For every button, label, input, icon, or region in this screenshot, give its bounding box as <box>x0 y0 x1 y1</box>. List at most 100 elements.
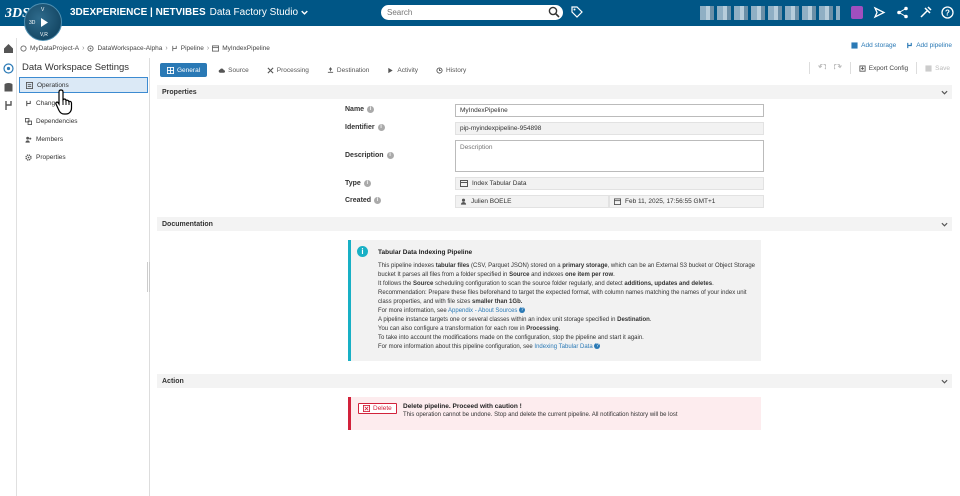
type-value: Index Tabular Data <box>472 180 527 187</box>
chevron-down-icon[interactable] <box>300 9 308 16</box>
tab-label: Source <box>228 66 249 74</box>
delete-button[interactable]: Delete <box>358 403 397 414</box>
delete-label: Delete <box>373 405 392 412</box>
list-icon <box>26 81 33 89</box>
tools-icon[interactable] <box>919 6 932 19</box>
doc-paragraph: You can also configure a transformation … <box>378 326 561 332</box>
table-icon <box>212 44 220 52</box>
info-icon[interactable]: i <box>386 152 394 159</box>
delete-icon <box>363 405 370 412</box>
brand-name: 3DEXPERIENCE | NETVIBES <box>70 7 206 18</box>
brand: 3DEXPERIENCE | NETVIBES Data Factory Stud… <box>70 7 308 18</box>
tab-history[interactable]: History <box>429 63 473 77</box>
top-bar: 3DEXPERIENCE | NETVIBES Data Factory Stud… <box>0 0 960 26</box>
breadcrumb-separator: › <box>206 44 210 52</box>
history-icon <box>436 66 443 74</box>
workspace-icon <box>87 44 95 52</box>
pipeline-icon[interactable] <box>3 100 14 111</box>
tab-general[interactable]: General <box>160 63 208 77</box>
name-field[interactable] <box>455 104 764 117</box>
breadcrumb-type[interactable]: Pipeline <box>181 45 204 52</box>
doc-paragraph: It follows the Source scheduling configu… <box>378 281 714 287</box>
tag-icon[interactable] <box>571 6 583 18</box>
search-input[interactable] <box>381 5 563 20</box>
redo-icon[interactable] <box>833 64 842 72</box>
sidebar-item-label: Properties <box>36 153 66 161</box>
danger-title: Delete pipeline. Proceed with caution ! <box>403 403 522 410</box>
avatar[interactable] <box>851 6 863 19</box>
database-icon[interactable] <box>3 82 14 93</box>
tab-source[interactable]: Source <box>211 63 256 77</box>
sidebar-item-members[interactable]: Members <box>19 131 148 147</box>
compass-icon[interactable]: V 3D V,R <box>24 3 62 41</box>
appendix-sources-link[interactable]: Appendix - About Sources <box>448 308 517 314</box>
panel-splitter[interactable] <box>147 262 150 292</box>
undo-icon[interactable] <box>817 64 826 72</box>
save-button[interactable]: Save <box>925 65 950 72</box>
created-at-field: Feb 11, 2025, 17:56:55 GMT+1 <box>609 195 764 208</box>
toolbar-divider <box>808 62 810 74</box>
doc-body: This pipeline indexes tabular files (CSV… <box>378 262 758 352</box>
section-title: Properties <box>162 88 197 96</box>
action-section-header[interactable]: Action <box>157 374 952 388</box>
sidebar-item-changes[interactable]: Changes <box>19 95 148 111</box>
chevron-down-icon[interactable] <box>941 378 948 385</box>
info-icon[interactable]: i <box>367 106 375 113</box>
cloud-icon <box>218 67 226 73</box>
add-pipeline-button[interactable]: Add pipeline <box>906 42 952 49</box>
app-name[interactable]: Data Factory Studio <box>210 7 298 18</box>
tab-destination[interactable]: Destination <box>320 63 377 77</box>
link-icon <box>25 117 32 125</box>
indexing-tabular-data-link[interactable]: Indexing Tabular Data <box>534 344 592 350</box>
info-icon[interactable]: i <box>374 197 382 204</box>
help-icon[interactable]: ? <box>594 343 601 350</box>
danger-zone: Delete Delete pipeline. Proceed with cau… <box>348 397 761 430</box>
compass-top: V <box>41 7 45 13</box>
tab-activity[interactable]: Activity <box>380 63 425 77</box>
help-icon[interactable]: ? <box>519 307 526 314</box>
share-arrow-icon[interactable] <box>873 6 886 19</box>
sidebar-item-operations[interactable]: Operations <box>19 77 148 93</box>
data-icon[interactable] <box>3 63 14 74</box>
calendar-icon <box>614 198 621 205</box>
doc-paragraph: To take into account the modifications m… <box>378 335 644 341</box>
breadcrumb-item: MyIndexPipeline <box>222 44 270 52</box>
tab-label: History <box>446 66 467 74</box>
documentation-box: i Tabular Data Indexing Pipeline This pi… <box>348 240 761 361</box>
export-config-button[interactable]: Export Config <box>859 65 908 72</box>
breadcrumb-project[interactable]: MyDataProject-A <box>30 45 79 52</box>
play-icon <box>388 67 394 73</box>
share-icon[interactable] <box>896 6 909 19</box>
tab-processing[interactable]: Processing <box>260 63 316 77</box>
storage-icon <box>851 42 858 49</box>
play-icon <box>41 18 48 27</box>
doc-title: Tabular Data Indexing Pipeline <box>378 249 473 256</box>
grid-icon <box>167 66 174 74</box>
home-icon[interactable] <box>3 43 14 54</box>
help-icon[interactable]: ? <box>941 6 954 19</box>
chevron-down-icon[interactable] <box>941 221 948 228</box>
search-icon[interactable] <box>548 6 560 18</box>
identifier-label: Identifier i <box>345 124 385 131</box>
info-icon[interactable]: i <box>377 124 385 131</box>
user-name-blurred[interactable] <box>700 6 840 20</box>
add-storage-button[interactable]: Add storage <box>851 42 896 49</box>
name-label: Name i <box>345 106 375 113</box>
sidebar-item-dependencies[interactable]: Dependencies <box>19 113 148 129</box>
doc-paragraph: Recommendation: Prepare these files befo… <box>378 290 747 305</box>
identifier-value: pip-myindexpipeline-954898 <box>460 125 542 132</box>
identifier-field: pip-myindexpipeline-954898 <box>455 122 764 135</box>
info-icon[interactable]: i <box>363 180 371 187</box>
documentation-section-header[interactable]: Documentation <box>157 217 952 231</box>
chevron-down-icon[interactable] <box>941 89 948 96</box>
add-storage-label: Add storage <box>861 42 897 49</box>
info-icon: i <box>357 246 368 257</box>
properties-section-header[interactable]: Properties <box>157 85 952 99</box>
add-pipeline-label: Add pipeline <box>916 42 952 49</box>
description-field[interactable] <box>455 140 764 172</box>
sidebar-item-properties[interactable]: Properties <box>19 149 148 165</box>
breadcrumb-separator: › <box>165 44 168 52</box>
compass-left: 3D <box>29 20 36 26</box>
breadcrumb-workspace[interactable]: DataWorkspace-Alpha <box>97 45 162 52</box>
left-rail <box>0 38 17 496</box>
